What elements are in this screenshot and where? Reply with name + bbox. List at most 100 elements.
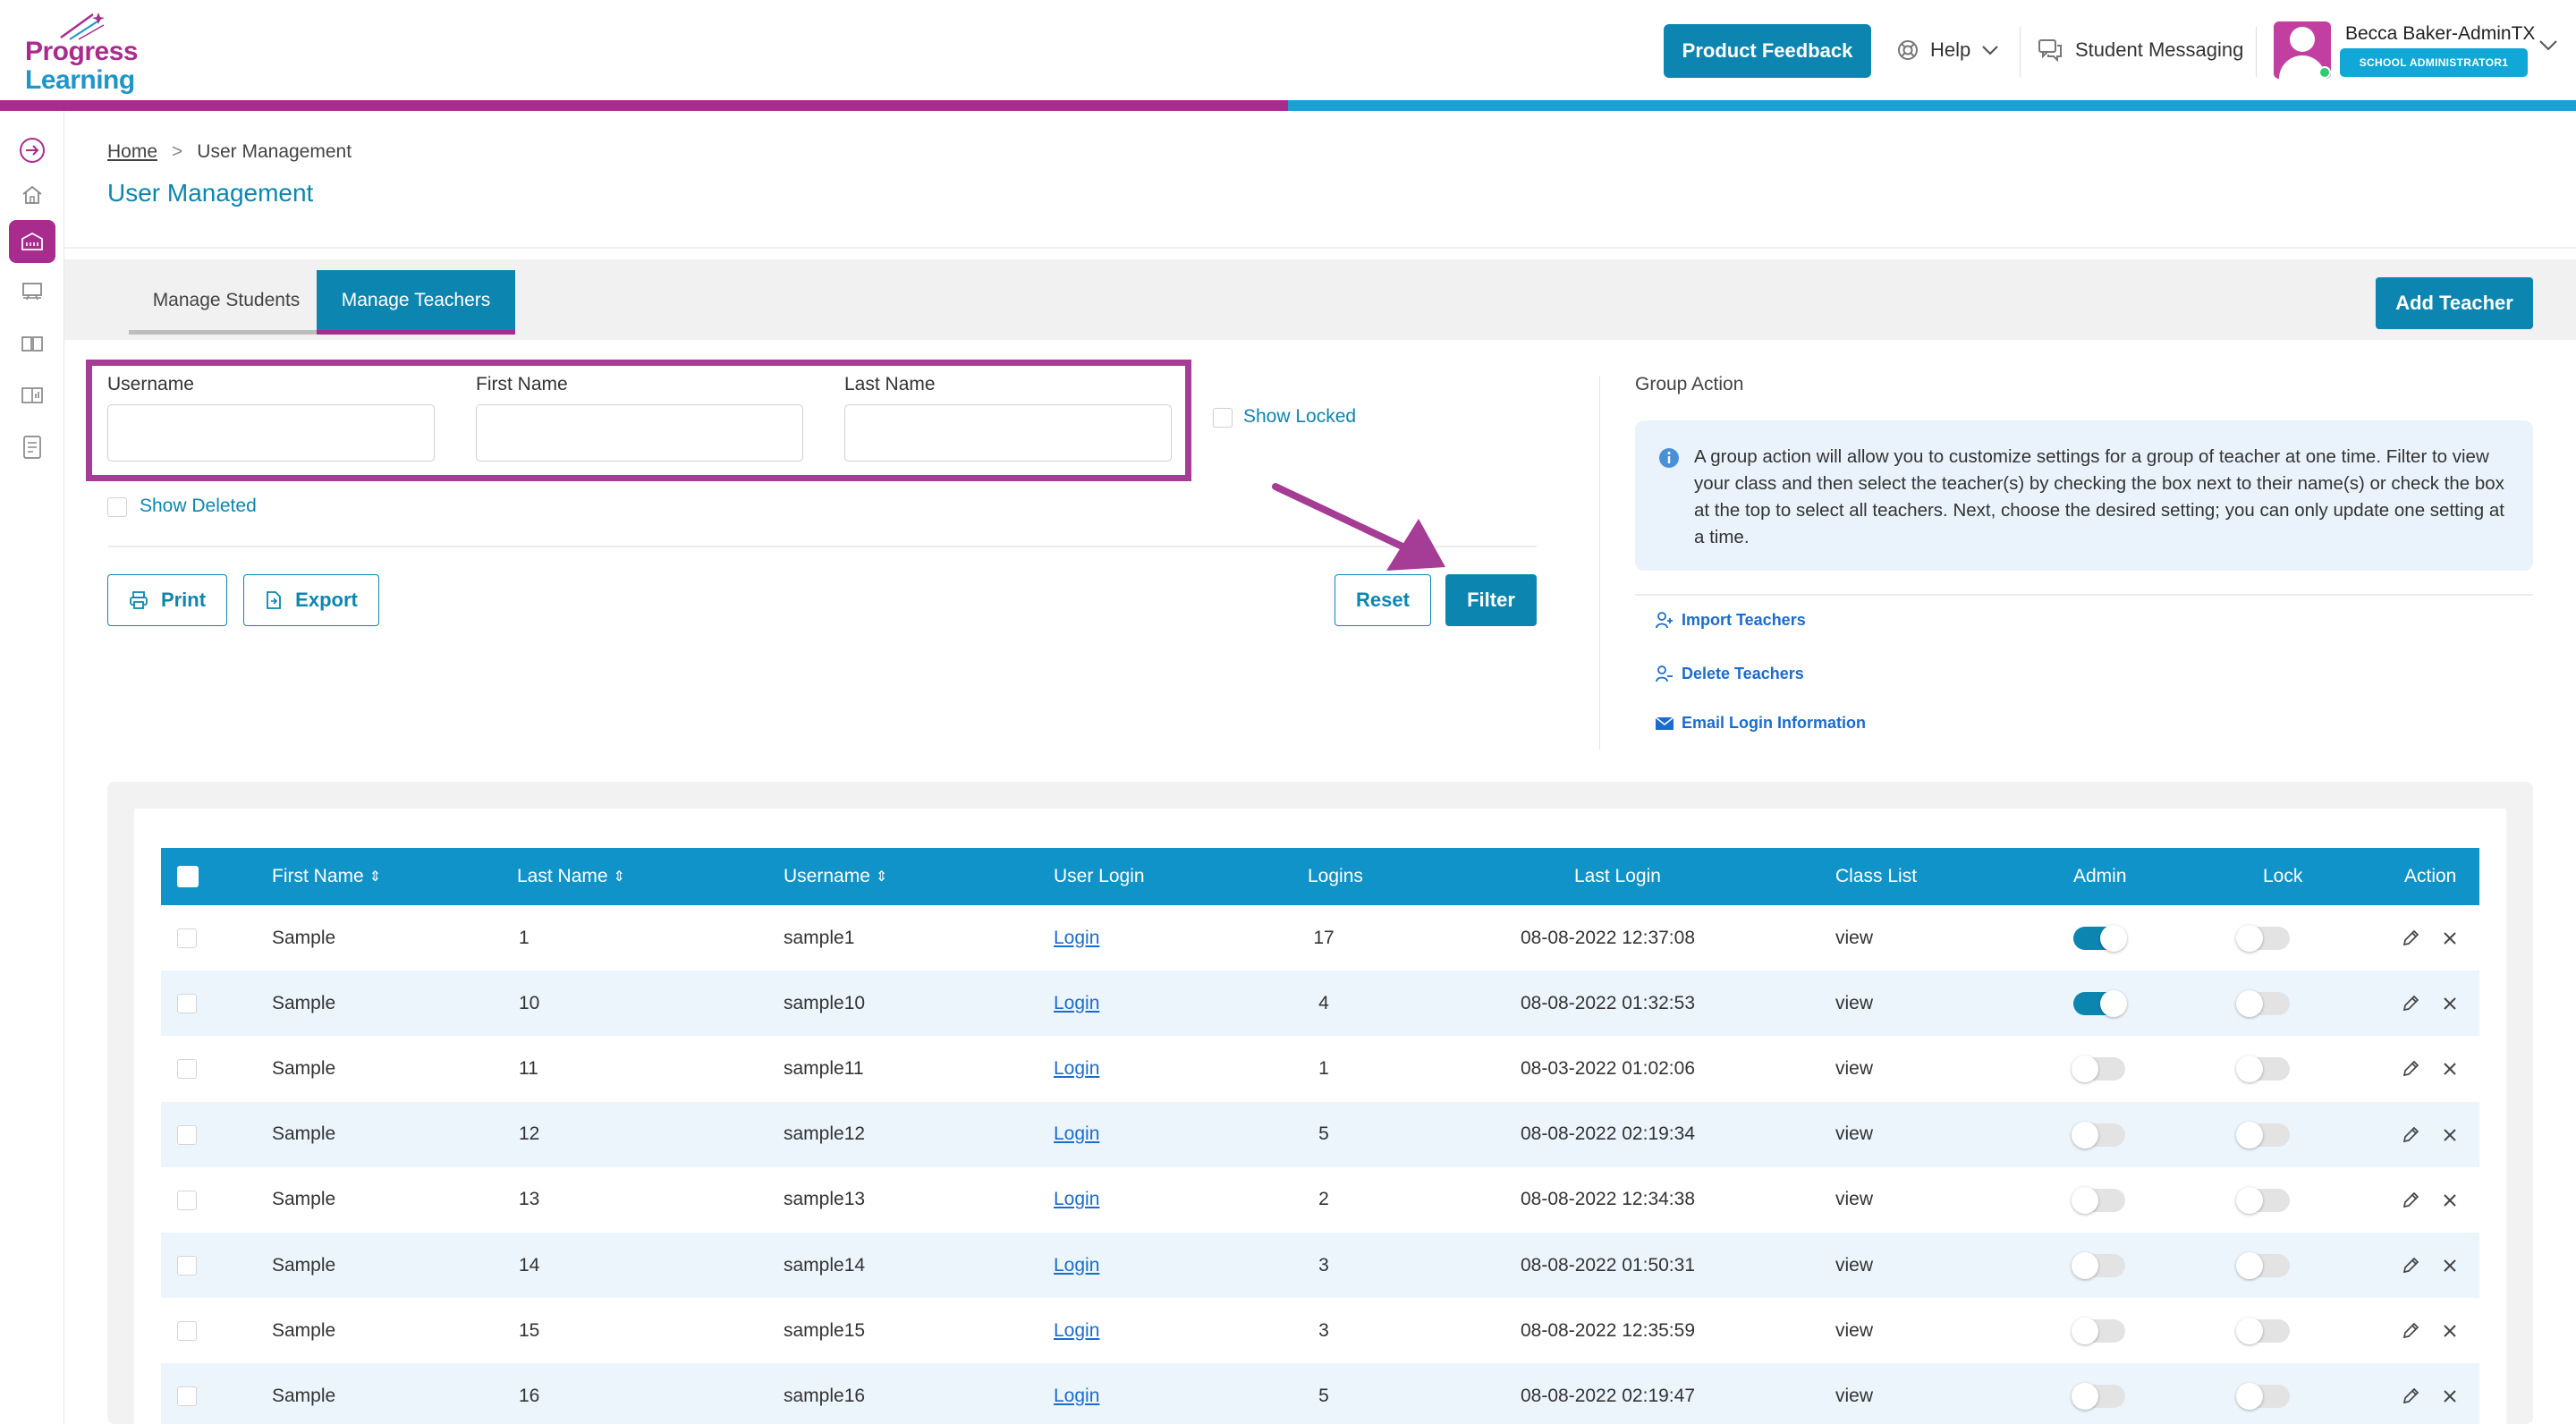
delete-close-icon[interactable] (2438, 1254, 2462, 1277)
class-list-view-link[interactable]: view (1835, 971, 1873, 1036)
lock-toggle[interactable] (2236, 1186, 2290, 1214)
delete-close-icon[interactable] (2438, 992, 2462, 1015)
expand-nav-button[interactable] (9, 129, 55, 172)
delete-close-icon[interactable] (2438, 1123, 2462, 1147)
product-feedback-button[interactable]: Product Feedback (1664, 24, 1871, 78)
edit-pencil-icon[interactable] (2399, 1319, 2422, 1343)
admin-toggle[interactable] (2072, 1252, 2125, 1279)
delete-close-icon[interactable] (2438, 927, 2462, 950)
class-list-view-link[interactable]: view (1835, 1036, 1873, 1101)
last-name-input[interactable] (844, 404, 1172, 462)
user-name[interactable]: Becca Baker-AdminTX (2345, 23, 2535, 45)
delete-teachers-link[interactable]: Delete Teachers (1655, 664, 1804, 683)
row-checkbox[interactable] (177, 994, 197, 1014)
reset-button[interactable]: Reset (1335, 574, 1431, 626)
email-login-info-label: Email Login Information (1682, 714, 1866, 732)
nav-reports[interactable] (9, 374, 55, 417)
progress-learning-logo[interactable]: Progress Learning (23, 11, 148, 95)
lock-toggle[interactable] (2236, 1121, 2290, 1149)
class-list-view-link[interactable]: view (1835, 1233, 1873, 1298)
row-checkbox[interactable] (177, 1256, 197, 1276)
email-login-info-link[interactable]: Email Login Information (1655, 714, 1866, 733)
top-header: Progress Learning Product Feedback Help … (0, 0, 2576, 100)
export-button[interactable]: Export (243, 574, 379, 626)
show-deleted-label[interactable]: Show Deleted (140, 496, 257, 517)
filter-button[interactable]: Filter (1445, 574, 1537, 626)
row-checkbox[interactable] (177, 1386, 197, 1407)
show-locked-label[interactable]: Show Locked (1243, 406, 1356, 428)
tab-manage-teachers[interactable]: Manage Teachers (317, 270, 515, 335)
row-checkbox[interactable] (177, 1124, 197, 1145)
class-list-view-link[interactable]: view (1835, 1363, 1873, 1424)
lock-toggle[interactable] (2236, 925, 2290, 952)
row-checkbox[interactable] (177, 1190, 197, 1210)
add-teacher-button[interactable]: Add Teacher (2376, 277, 2533, 329)
cell-last-name: 16 (519, 1385, 540, 1406)
username-input[interactable] (107, 404, 435, 462)
login-link[interactable]: Login (1054, 1167, 1099, 1233)
print-button[interactable]: Print (107, 574, 227, 626)
nav-home[interactable] (9, 174, 55, 216)
login-link[interactable]: Login (1054, 1102, 1099, 1167)
edit-pencil-icon[interactable] (2399, 1123, 2422, 1147)
edit-pencil-icon[interactable] (2399, 1189, 2422, 1212)
admin-toggle[interactable] (2072, 1186, 2125, 1214)
breadcrumb-home-link[interactable]: Home (107, 141, 157, 163)
divider (64, 247, 2576, 249)
admin-toggle[interactable] (2073, 925, 2127, 952)
class-list-view-link[interactable]: view (1835, 905, 1873, 971)
delete-close-icon[interactable] (2438, 1385, 2462, 1408)
login-link[interactable]: Login (1054, 1233, 1099, 1298)
login-link[interactable]: Login (1054, 1298, 1099, 1363)
delete-teachers-label: Delete Teachers (1682, 664, 1804, 682)
edit-pencil-icon[interactable] (2399, 992, 2422, 1015)
delete-close-icon[interactable] (2438, 1319, 2462, 1343)
help-menu[interactable]: Help (1896, 34, 1999, 66)
admin-toggle[interactable] (2072, 1383, 2125, 1411)
lock-toggle[interactable] (2236, 990, 2290, 1018)
admin-toggle[interactable] (2072, 1318, 2125, 1345)
edit-pencil-icon[interactable] (2399, 1385, 2422, 1408)
edit-pencil-icon[interactable] (2399, 1057, 2422, 1081)
col-username[interactable]: Username ⇕ (784, 848, 887, 905)
first-name-input[interactable] (476, 404, 803, 462)
lock-toggle[interactable] (2236, 1318, 2290, 1345)
delete-close-icon[interactable] (2438, 1057, 2462, 1081)
nav-school[interactable] (9, 220, 55, 263)
import-teachers-link[interactable]: Import Teachers (1655, 610, 1806, 630)
tab-manage-students[interactable]: Manage Students (129, 270, 324, 335)
col-first-name[interactable]: First Name ⇕ (272, 848, 381, 905)
user-menu-chevron-icon[interactable] (2538, 39, 2558, 52)
select-all-checkbox[interactable] (177, 866, 199, 887)
delete-close-icon[interactable] (2438, 1189, 2462, 1212)
col-last-name[interactable]: Last Name ⇕ (517, 848, 625, 905)
class-list-view-link[interactable]: view (1835, 1298, 1873, 1363)
class-list-view-link[interactable]: view (1835, 1167, 1873, 1233)
edit-pencil-icon[interactable] (2399, 927, 2422, 950)
row-checkbox[interactable] (177, 1059, 197, 1080)
user-avatar[interactable] (2274, 21, 2331, 79)
lock-toggle[interactable] (2236, 1383, 2290, 1411)
show-deleted-checkbox[interactable] (107, 497, 127, 517)
cell-last-login: 08-08-2022 02:19:34 (1521, 1123, 1695, 1145)
admin-toggle[interactable] (2073, 990, 2127, 1018)
login-link[interactable]: Login (1054, 971, 1099, 1036)
nav-documents[interactable] (9, 426, 55, 469)
nav-classroom[interactable] (9, 270, 55, 313)
login-link[interactable]: Login (1054, 905, 1099, 971)
lock-toggle[interactable] (2236, 1252, 2290, 1279)
lock-toggle[interactable] (2236, 1055, 2290, 1083)
admin-toggle[interactable] (2072, 1121, 2125, 1149)
admin-toggle[interactable] (2072, 1055, 2125, 1083)
class-list-view-link[interactable]: view (1835, 1102, 1873, 1167)
col-logins: Logins (1308, 866, 1363, 886)
login-link[interactable]: Login (1054, 1363, 1099, 1424)
cell-logins: 5 (1318, 1385, 1329, 1406)
edit-pencil-icon[interactable] (2399, 1254, 2422, 1277)
row-checkbox[interactable] (177, 1321, 197, 1342)
nav-library[interactable] (9, 322, 55, 365)
login-link[interactable]: Login (1054, 1036, 1099, 1101)
student-messaging-link[interactable]: Student Messaging (2038, 34, 2243, 66)
show-locked-checkbox[interactable] (1213, 408, 1233, 428)
row-checkbox[interactable] (177, 928, 197, 948)
